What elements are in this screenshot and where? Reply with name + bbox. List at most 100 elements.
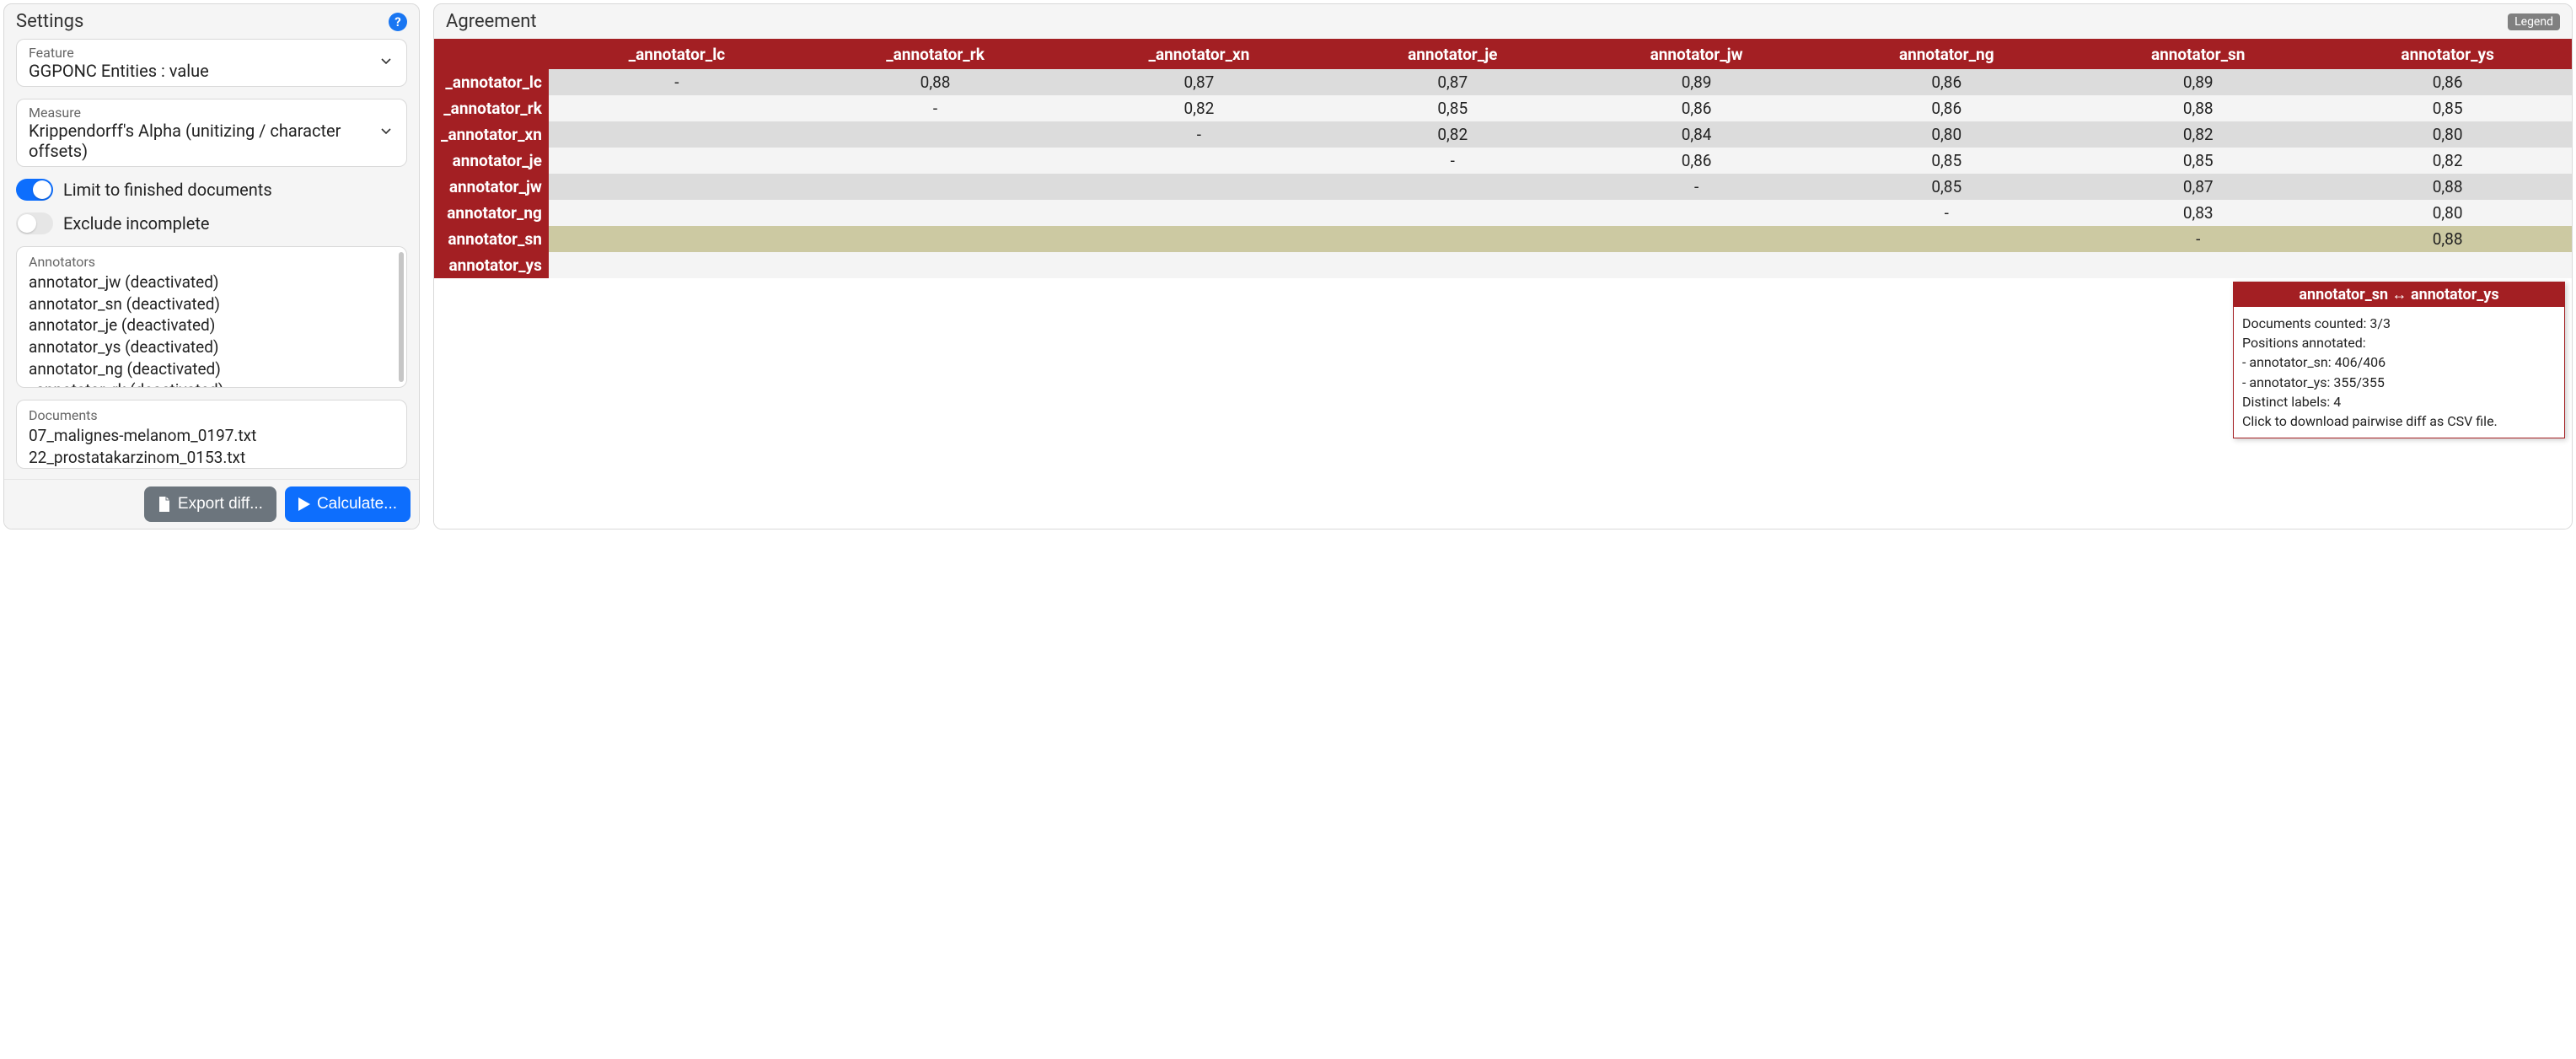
matrix-cell[interactable]: 0,87 bbox=[1333, 69, 1573, 95]
matrix-cell[interactable]: 0,80 bbox=[1820, 121, 2073, 148]
matrix-cell[interactable]: 0,84 bbox=[1573, 121, 1821, 148]
matrix-cell[interactable] bbox=[549, 121, 805, 148]
row-header: annotator_ys bbox=[434, 252, 549, 278]
matrix-cell[interactable]: 0,87 bbox=[2073, 174, 2323, 200]
agreement-matrix: _annotator_lc_annotator_rk_annotator_xna… bbox=[434, 39, 2572, 278]
matrix-cell[interactable] bbox=[1065, 226, 1333, 252]
matrix-cell[interactable]: 0,85 bbox=[2073, 148, 2323, 174]
matrix-cell[interactable]: 0,85 bbox=[1820, 148, 2073, 174]
matrix-cell[interactable]: 0,85 bbox=[1333, 95, 1573, 121]
list-item[interactable]: annotator_jw (deactivated) bbox=[29, 271, 394, 293]
export-label: Export diff... bbox=[178, 495, 263, 513]
scrollbar[interactable] bbox=[399, 252, 404, 382]
matrix-cell[interactable] bbox=[1065, 200, 1333, 226]
matrix-cell[interactable] bbox=[1573, 252, 1821, 278]
matrix-cell[interactable]: 0,86 bbox=[1820, 69, 2073, 95]
matrix-cell[interactable] bbox=[1065, 174, 1333, 200]
matrix-cell[interactable]: 0,86 bbox=[1573, 95, 1821, 121]
list-item[interactable]: annotator_ng (deactivated) bbox=[29, 358, 394, 380]
matrix-cell[interactable]: 0,88 bbox=[2073, 95, 2323, 121]
matrix-cell[interactable]: - bbox=[1820, 200, 2073, 226]
matrix-cell[interactable]: - bbox=[549, 69, 805, 95]
matrix-cell[interactable] bbox=[1820, 226, 2073, 252]
matrix-cell[interactable]: 0,86 bbox=[1573, 148, 1821, 174]
column-header: annotator_ys bbox=[2323, 39, 2572, 69]
matrix-cell[interactable] bbox=[805, 252, 1065, 278]
list-item[interactable]: _annotator_rk (deactivated) bbox=[29, 379, 394, 388]
matrix-cell[interactable] bbox=[549, 252, 805, 278]
matrix-cell[interactable] bbox=[1573, 200, 1821, 226]
settings-footer: Export diff... Calculate... bbox=[4, 479, 419, 529]
matrix-cell[interactable] bbox=[2323, 252, 2572, 278]
column-header: annotator_ng bbox=[1820, 39, 2073, 69]
limit-finished-toggle[interactable] bbox=[16, 179, 53, 201]
row-header: annotator_je bbox=[434, 148, 549, 174]
list-item[interactable]: annotator_je (deactivated) bbox=[29, 314, 394, 336]
matrix-cell[interactable] bbox=[1333, 200, 1573, 226]
matrix-cell[interactable] bbox=[1065, 252, 1333, 278]
export-diff-button[interactable]: Export diff... bbox=[144, 486, 276, 522]
matrix-cell[interactable] bbox=[549, 226, 805, 252]
tooltip-line: - annotator_ys: 355/355 bbox=[2242, 373, 2556, 392]
settings-title: Settings bbox=[16, 11, 83, 32]
matrix-cell[interactable]: - bbox=[805, 95, 1065, 121]
matrix-cell[interactable]: 0,82 bbox=[2073, 121, 2323, 148]
matrix-cell[interactable] bbox=[1065, 148, 1333, 174]
column-header: annotator_jw bbox=[1573, 39, 1821, 69]
matrix-cell[interactable]: 0,87 bbox=[1065, 69, 1333, 95]
feature-select[interactable]: Feature GGPONC Entities : value bbox=[16, 39, 407, 87]
matrix-cell[interactable] bbox=[549, 200, 805, 226]
list-item[interactable]: 22_prostatakarzinom_0153.txt bbox=[29, 447, 394, 469]
matrix-cell[interactable] bbox=[549, 95, 805, 121]
matrix-cell[interactable]: 0,82 bbox=[1333, 121, 1573, 148]
matrix-cell[interactable]: 0,88 bbox=[805, 69, 1065, 95]
list-item[interactable]: 27_supportive-therapie_0765.txt bbox=[29, 468, 394, 469]
matrix-cell[interactable]: 0,89 bbox=[2073, 69, 2323, 95]
matrix-cell[interactable] bbox=[1820, 252, 2073, 278]
column-header: _annotator_rk bbox=[805, 39, 1065, 69]
matrix-cell[interactable]: 0,86 bbox=[1820, 95, 2073, 121]
matrix-cell[interactable] bbox=[549, 148, 805, 174]
matrix-cell[interactable]: 0,83 bbox=[2073, 200, 2323, 226]
tooltip-line: Distinct labels: 4 bbox=[2242, 392, 2556, 411]
file-icon bbox=[158, 497, 171, 512]
matrix-cell[interactable]: - bbox=[2073, 226, 2323, 252]
matrix-cell[interactable]: - bbox=[1065, 121, 1333, 148]
matrix-cell[interactable] bbox=[2073, 252, 2323, 278]
pairwise-tooltip[interactable]: annotator_sn ↔ annotator_ys Documents co… bbox=[2233, 282, 2565, 438]
list-item[interactable]: annotator_ys (deactivated) bbox=[29, 336, 394, 358]
annotators-list[interactable]: Annotators annotator_jw (deactivated)ann… bbox=[16, 246, 407, 388]
matrix-cell[interactable]: - bbox=[1573, 174, 1821, 200]
matrix-cell[interactable]: 0,80 bbox=[2323, 121, 2572, 148]
matrix-cell[interactable]: 0,89 bbox=[1573, 69, 1821, 95]
matrix-cell[interactable]: 0,85 bbox=[1820, 174, 2073, 200]
matrix-cell[interactable]: 0,86 bbox=[2323, 69, 2572, 95]
matrix-cell[interactable] bbox=[805, 226, 1065, 252]
matrix-cell[interactable] bbox=[805, 200, 1065, 226]
list-item[interactable]: annotator_sn (deactivated) bbox=[29, 293, 394, 315]
matrix-cell[interactable] bbox=[1333, 174, 1573, 200]
measure-select[interactable]: Measure Krippendorff's Alpha (unitizing … bbox=[16, 99, 407, 167]
matrix-cell[interactable]: 0,88 bbox=[2323, 226, 2572, 252]
matrix-cell[interactable]: 0,80 bbox=[2323, 200, 2572, 226]
matrix-cell[interactable] bbox=[1573, 226, 1821, 252]
matrix-cell[interactable] bbox=[1333, 226, 1573, 252]
matrix-cell[interactable] bbox=[805, 174, 1065, 200]
list-item[interactable]: 07_malignes-melanom_0197.txt bbox=[29, 425, 394, 447]
annotators-label: Annotators bbox=[29, 254, 394, 270]
row-header: _annotator_xn bbox=[434, 121, 549, 148]
help-icon[interactable]: ? bbox=[389, 13, 407, 31]
matrix-cell[interactable]: 0,82 bbox=[1065, 95, 1333, 121]
legend-button[interactable]: Legend bbox=[2508, 13, 2560, 30]
matrix-cell[interactable]: 0,88 bbox=[2323, 174, 2572, 200]
matrix-cell[interactable]: 0,85 bbox=[2323, 95, 2572, 121]
matrix-cell[interactable] bbox=[1333, 252, 1573, 278]
matrix-cell[interactable]: - bbox=[1333, 148, 1573, 174]
exclude-incomplete-toggle[interactable] bbox=[16, 212, 53, 234]
documents-list[interactable]: Documents 07_malignes-melanom_0197.txt22… bbox=[16, 400, 407, 469]
matrix-cell[interactable]: 0,82 bbox=[2323, 148, 2572, 174]
calculate-button[interactable]: Calculate... bbox=[285, 486, 411, 522]
matrix-cell[interactable] bbox=[805, 121, 1065, 148]
matrix-cell[interactable] bbox=[549, 174, 805, 200]
matrix-cell[interactable] bbox=[805, 148, 1065, 174]
